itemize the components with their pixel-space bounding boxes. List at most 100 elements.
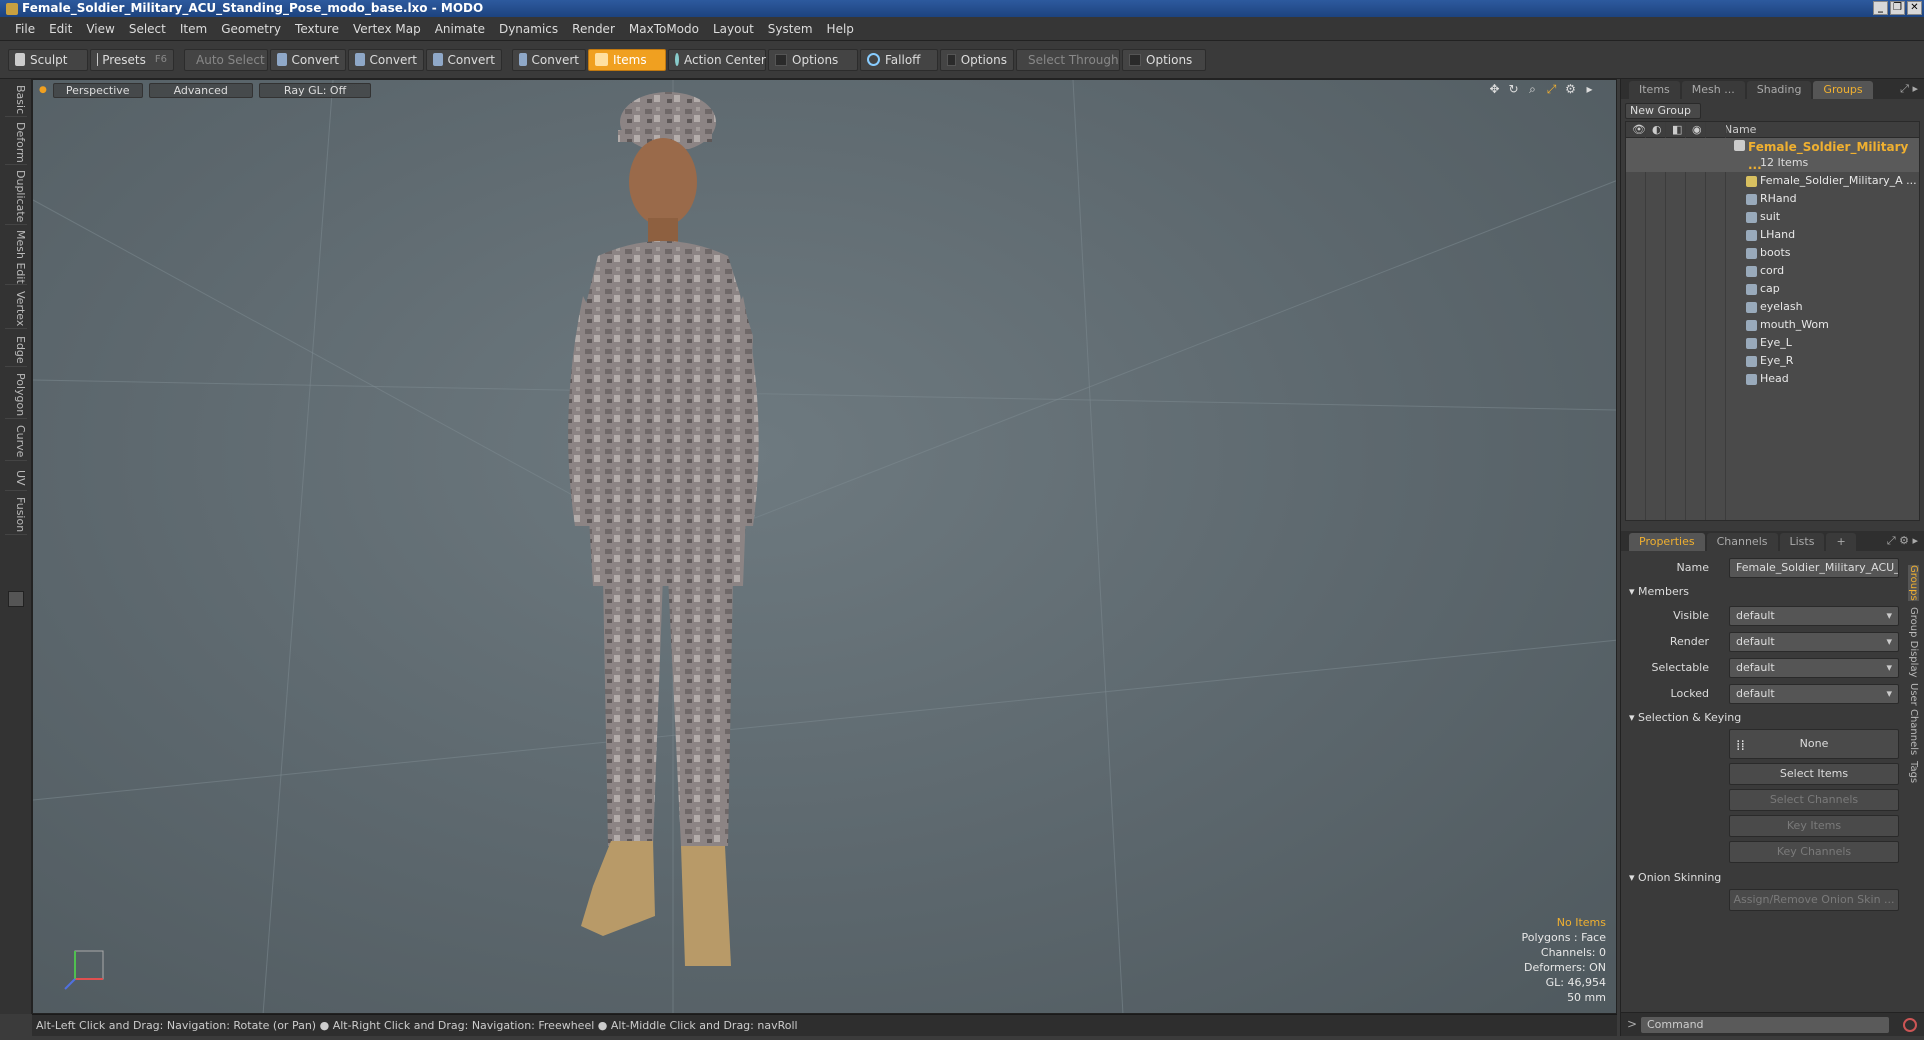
menu-layout[interactable]: Layout — [706, 22, 761, 36]
render-dropdown[interactable]: default — [1729, 632, 1899, 652]
tab-mesh-edit[interactable]: Mesh Edit — [5, 229, 27, 285]
side-tab-tags[interactable]: Tags — [1908, 761, 1919, 783]
tree-item[interactable]: suit — [1626, 208, 1919, 226]
viewport-menu-icon[interactable]: ● — [39, 85, 47, 95]
soldier-model[interactable] — [503, 86, 903, 986]
fit-icon[interactable]: ⤢ — [1545, 83, 1558, 96]
tree-item[interactable]: Female_Soldier_Military_A ... — [1626, 172, 1919, 190]
minimize-button[interactable]: _ — [1873, 1, 1888, 15]
auto-select-button[interactable]: Auto Select — [184, 48, 268, 71]
options-checkbox[interactable] — [947, 53, 956, 66]
convert-button-4[interactable]: Convert — [512, 48, 586, 71]
selection-keying-section[interactable]: Selection & Keying — [1621, 707, 1907, 729]
members-section[interactable]: Members — [1621, 581, 1907, 603]
select-items-button[interactable]: Select Items — [1729, 763, 1899, 785]
tree-item[interactable]: mouth_Wom — [1626, 316, 1919, 334]
tree-item[interactable]: eyelash — [1626, 298, 1919, 316]
tree-item[interactable]: boots — [1626, 244, 1919, 262]
menu-select[interactable]: Select — [122, 22, 173, 36]
side-tab-groups[interactable]: Groups — [1908, 565, 1919, 601]
sculpt-button[interactable]: Sculpt — [8, 48, 88, 71]
tab-mesh[interactable]: Mesh ... — [1681, 81, 1745, 99]
menu-help[interactable]: Help — [820, 22, 861, 36]
tab-duplicate[interactable]: Duplicate — [5, 169, 27, 225]
arrow-icon[interactable]: ▸ — [1583, 83, 1596, 96]
action-center-options[interactable]: Options — [768, 48, 858, 71]
locked-dropdown[interactable]: default — [1729, 684, 1899, 704]
tree-item[interactable]: LHand — [1626, 226, 1919, 244]
presets-button[interactable]: Presets F6 — [90, 48, 174, 71]
maximize-button[interactable]: ❐ — [1890, 1, 1905, 15]
group-row[interactable]: Female_Soldier_Military ... 12 Items — [1626, 138, 1919, 172]
convert-button-2[interactable]: Convert — [348, 48, 424, 71]
new-group-button[interactable]: New Group — [1625, 103, 1701, 119]
menu-item[interactable]: Item — [173, 22, 214, 36]
selectable-dropdown[interactable]: default — [1729, 658, 1899, 678]
tab-lists[interactable]: Lists — [1779, 533, 1825, 551]
tab-polygon[interactable]: Polygon — [5, 371, 27, 419]
add-tab-button[interactable]: + — [1826, 533, 1856, 551]
menu-maxtomodo[interactable]: MaxToModo — [622, 22, 706, 36]
panel-gear-icon[interactable]: ⤢ ⚙ ▸ — [1887, 534, 1918, 548]
select-channels-button[interactable]: Select Channels — [1729, 789, 1899, 811]
tab-deform[interactable]: Deform — [5, 121, 27, 165]
menu-view[interactable]: View — [79, 22, 121, 36]
menu-render[interactable]: Render — [565, 22, 622, 36]
tree-item[interactable]: Head — [1626, 370, 1919, 388]
select-through-options[interactable]: Options — [1122, 48, 1206, 71]
tab-vertex[interactable]: Vertex — [5, 289, 27, 329]
tab-properties[interactable]: Properties — [1629, 533, 1705, 551]
select-through-button[interactable]: Select Through — [1016, 48, 1120, 71]
menu-dynamics[interactable]: Dynamics — [492, 22, 565, 36]
move-icon[interactable]: ✥ — [1488, 83, 1501, 96]
raygl-button[interactable]: Ray GL: Off — [258, 82, 372, 98]
options-checkbox[interactable] — [1129, 53, 1141, 66]
falloff-button[interactable]: Falloff — [860, 48, 938, 71]
convert-button-3[interactable]: Convert — [426, 48, 502, 71]
tree-item[interactable]: cord — [1626, 262, 1919, 280]
tree-item[interactable]: Eye_L — [1626, 334, 1919, 352]
options-checkbox[interactable] — [775, 53, 787, 66]
key-items-button[interactable]: Key Items — [1729, 815, 1899, 837]
side-tab-group-display[interactable]: Group Display — [1908, 607, 1919, 677]
tree-item[interactable]: Eye_R — [1626, 352, 1919, 370]
panel-expand-icon[interactable]: ⤢ ▸ — [1900, 82, 1918, 96]
visible-dropdown[interactable]: default — [1729, 606, 1899, 626]
close-button[interactable]: ✕ — [1907, 1, 1922, 15]
3d-viewport[interactable]: ● Perspective Advanced Ray GL: Off ✥ ↻ ⌕… — [32, 79, 1617, 1014]
menu-geometry[interactable]: Geometry — [214, 22, 288, 36]
side-tab-user-channels[interactable]: User Channels — [1908, 683, 1919, 755]
tree-item[interactable]: RHand — [1626, 190, 1919, 208]
key-channels-button[interactable]: Key Channels — [1729, 841, 1899, 863]
tab-groups[interactable]: Groups — [1813, 81, 1873, 99]
tab-uv[interactable]: UV — [5, 465, 27, 491]
onion-skinning-section[interactable]: Onion Skinning — [1621, 867, 1907, 889]
zoom-icon[interactable]: ⌕ — [1526, 83, 1539, 96]
menu-vertex-map[interactable]: Vertex Map — [346, 22, 428, 36]
menu-edit[interactable]: Edit — [42, 22, 79, 36]
tab-fusion[interactable]: Fusion — [5, 495, 27, 535]
expand-tabs-button[interactable] — [8, 591, 24, 607]
tab-edge[interactable]: Edge — [5, 333, 27, 367]
tab-items[interactable]: Items — [1629, 81, 1680, 99]
perspective-button[interactable]: Perspective — [52, 82, 143, 98]
rotate-icon[interactable]: ↻ — [1507, 83, 1520, 96]
key-state-button[interactable]: ⁞⁞ None — [1729, 729, 1899, 759]
menu-file[interactable]: File — [8, 22, 42, 36]
group-name-field[interactable]: Female_Soldier_Military_ACU_St — [1729, 558, 1899, 578]
tab-basic[interactable]: Basic — [5, 83, 27, 117]
assign-onion-skin-button[interactable]: Assign/Remove Onion Skin ... — [1729, 889, 1899, 911]
tab-shading[interactable]: Shading — [1746, 81, 1812, 99]
action-center-button[interactable]: Action Center — [668, 48, 766, 71]
tab-channels[interactable]: Channels — [1706, 533, 1778, 551]
tab-curve[interactable]: Curve — [5, 423, 27, 461]
menu-system[interactable]: System — [761, 22, 820, 36]
command-input[interactable]: Command — [1641, 1017, 1889, 1033]
tree-item[interactable]: cap — [1626, 280, 1919, 298]
record-icon[interactable] — [1903, 1018, 1917, 1032]
menu-animate[interactable]: Animate — [428, 22, 492, 36]
advanced-button[interactable]: Advanced — [148, 82, 253, 98]
gear-icon[interactable]: ⚙ — [1564, 83, 1577, 96]
items-mode-button[interactable]: Items — [588, 48, 666, 71]
falloff-options[interactable]: Options — [940, 48, 1014, 71]
